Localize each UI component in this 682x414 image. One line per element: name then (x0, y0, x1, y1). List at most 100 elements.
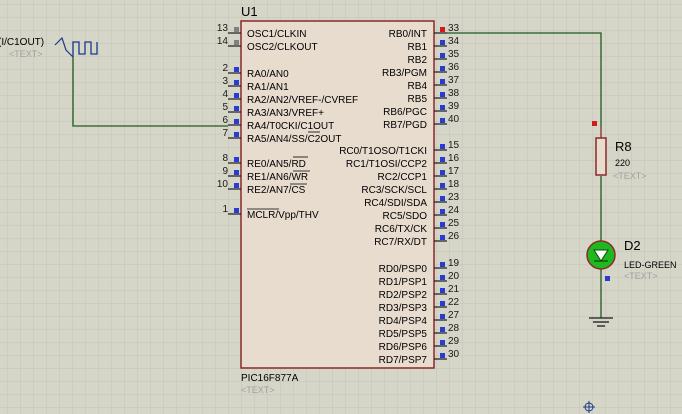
pin-name: RE0/AN5/RD (247, 159, 306, 170)
pin-number: 36 (448, 62, 460, 73)
chip-part: PIC16F877A (241, 373, 299, 384)
pin-marker (440, 144, 445, 149)
pin-marker (440, 222, 445, 227)
pin-name: RD0/PSP0 (379, 264, 428, 275)
pin-number: 16 (448, 153, 460, 164)
pin-marker (234, 67, 239, 72)
pin-name: RA0/AN0 (247, 69, 289, 80)
led-ref: D2 (624, 238, 641, 253)
led-text-placeholder: <TEXT> (624, 271, 658, 281)
pin-name: MCLR/Vpp/THV (247, 210, 319, 221)
pin-number: 35 (448, 49, 460, 60)
pin-number: 29 (448, 336, 460, 347)
pin-marker (440, 314, 445, 319)
microcontroller-u1[interactable]: U1 PIC16F877A <TEXT> 13OSC1/CLKIN14OSC2/… (217, 4, 460, 395)
pin-marker (234, 106, 239, 111)
pin-number: 38 (448, 88, 460, 99)
pin-number: 17 (448, 166, 460, 177)
pin-number: 25 (448, 218, 460, 229)
led-part: LED-GREEN (624, 260, 677, 270)
pin-marker (440, 92, 445, 97)
pin-name: RD1/PSP1 (379, 277, 428, 288)
pin-marker (440, 340, 445, 345)
pin-name: RC1/T1OSI/CCP2 (346, 159, 428, 170)
pin-name: RA4/T0CKI/C1OUT (247, 121, 334, 132)
pin-number: 2 (222, 63, 228, 74)
pin-number: 22 (448, 297, 460, 308)
pin-marker (440, 209, 445, 214)
pin-number: 5 (222, 102, 228, 113)
pin-marker (234, 183, 239, 188)
pin-number: 21 (448, 284, 460, 295)
pin-name: RA1/AN1 (247, 82, 289, 93)
pin-marker (440, 40, 445, 45)
pin-name: RB5 (408, 94, 428, 105)
pin-marker (440, 183, 445, 188)
pin-marker (440, 27, 445, 32)
pin-number: 40 (448, 114, 460, 125)
pin-marker (234, 27, 239, 32)
pin-name: RD4/PSP4 (379, 316, 428, 327)
pin-number: 13 (217, 23, 229, 34)
pin-marker (234, 80, 239, 85)
pin-number: 14 (217, 36, 229, 47)
pin-name: RC3/SCK/SCL (361, 185, 427, 196)
pin-marker (234, 119, 239, 124)
pin-marker (440, 353, 445, 358)
pin-number: 18 (448, 179, 460, 190)
pin-number: 39 (448, 101, 460, 112)
pin-name: RC0/T1OSO/T1CKI (339, 146, 427, 157)
pin-name: RB3/PGM (382, 68, 427, 79)
pin-name: RC6/TX/CK (375, 224, 428, 235)
pin-name: RB1 (408, 42, 428, 53)
pin-marker (440, 53, 445, 58)
pin-number: 37 (448, 75, 460, 86)
pin-name: RB6/PGC (383, 107, 427, 118)
pin-marker (234, 40, 239, 45)
pin-marker (440, 105, 445, 110)
pin-name: RD2/PSP2 (379, 290, 428, 301)
pin-name: RA5/AN4/SS/C2OUT (247, 134, 341, 145)
pin-marker (440, 196, 445, 201)
resistor-body[interactable] (595, 137, 607, 176)
resistor-ref: R8 (615, 139, 632, 154)
pin-number: 15 (448, 140, 460, 151)
pin-number: 8 (222, 153, 228, 164)
pin-number: 4 (222, 89, 228, 100)
pin-name: RD7/PSP7 (379, 355, 428, 366)
chip-text-placeholder: <TEXT> (241, 385, 275, 395)
pin-number: 28 (448, 323, 460, 334)
chip-ref: U1 (241, 4, 258, 19)
pin-number: 9 (222, 166, 228, 177)
pin-marker (440, 301, 445, 306)
pin-marker (440, 327, 445, 332)
pin-number: 1 (222, 204, 228, 215)
pin-number: 34 (448, 36, 460, 47)
pin-marker (440, 170, 445, 175)
pin-marker (234, 132, 239, 137)
pin-number: 26 (448, 231, 460, 242)
resistor-pin-marker (592, 121, 597, 126)
pin-number: 30 (448, 349, 460, 360)
pin-marker (440, 235, 445, 240)
resistor-text-placeholder: <TEXT> (613, 171, 647, 181)
pin-name: RD5/PSP5 (379, 329, 428, 340)
generator-text-placeholder: <TEXT> (9, 49, 43, 59)
pin-name: RB7/PGD (383, 120, 427, 131)
pin-name: RA2/AN2/VREF-/CVREF (247, 95, 358, 106)
schematic-canvas[interactable]: (I/C1OUT) <TEXT> U1 PIC16F877A <TEXT> 13… (0, 0, 682, 414)
led-pin-marker (605, 276, 610, 281)
pin-name: RC7/RX/DT (374, 237, 427, 248)
pin-marker (234, 157, 239, 162)
pin-name: RE1/AN6/WR (247, 172, 308, 183)
pin-name: RE2/AN7/CS (247, 185, 306, 196)
pin-marker (440, 118, 445, 123)
pin-marker (440, 157, 445, 162)
pin-marker (234, 208, 239, 213)
pin-name: RC2/CCP1 (378, 172, 428, 183)
pin-name: RB2 (408, 55, 428, 66)
pin-number: 7 (222, 128, 228, 139)
pin-number: 10 (217, 179, 229, 190)
pin-number: 33 (448, 23, 460, 34)
resistor-value: 220 (615, 158, 630, 168)
